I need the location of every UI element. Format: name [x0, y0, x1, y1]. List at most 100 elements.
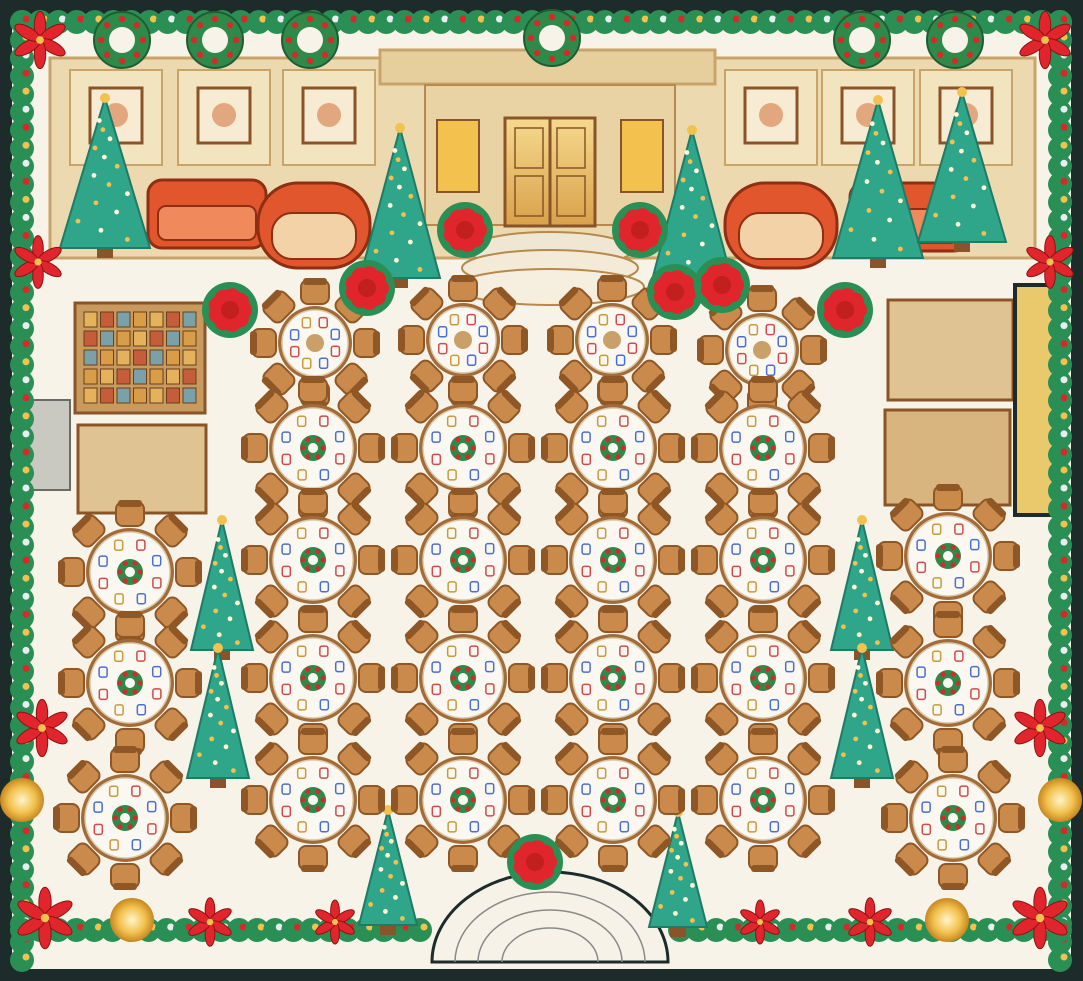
chair [541, 433, 568, 463]
glowing-lamp [0, 778, 44, 822]
chair [747, 285, 777, 312]
chair [808, 785, 835, 815]
wreath-centerpiece [300, 435, 326, 461]
chair [298, 488, 328, 515]
chair [808, 545, 835, 575]
chair [933, 611, 963, 638]
chair [298, 606, 328, 633]
chair [448, 488, 478, 515]
hanging-wreath [926, 11, 984, 69]
chair [748, 376, 778, 403]
chair [658, 545, 685, 575]
red-flower-bush [507, 834, 563, 890]
garland-segment [1048, 948, 1072, 972]
red-flower-bush [612, 202, 668, 258]
chair [808, 433, 835, 463]
chair [175, 557, 202, 587]
red-flower-bush [339, 260, 395, 316]
chair [391, 785, 418, 815]
chair [691, 663, 718, 693]
glowing-lamp [925, 898, 969, 942]
round-table [876, 611, 1020, 755]
wreath-centerpiece [450, 547, 476, 573]
chair [933, 484, 963, 511]
wreath-centerpiece [117, 559, 143, 585]
round-table [241, 728, 385, 872]
hanging-wreath [186, 11, 244, 69]
wreath-centerpiece [600, 435, 626, 461]
wreath-centerpiece [935, 543, 961, 569]
red-sofa [723, 181, 839, 270]
chair [448, 728, 478, 755]
chair [358, 433, 385, 463]
wreath-centerpiece [600, 665, 626, 691]
hanging-wreath [833, 11, 891, 69]
chair [448, 376, 478, 403]
chair [175, 668, 202, 698]
hanging-wreath [523, 9, 581, 67]
chair [298, 728, 328, 755]
chair [110, 863, 140, 890]
chair [398, 325, 425, 355]
chair [938, 863, 968, 890]
chair [508, 545, 535, 575]
chair [881, 803, 908, 833]
chair [358, 663, 385, 693]
red-flower-bush [437, 202, 493, 258]
round-table [541, 728, 685, 872]
red-sofa [256, 181, 372, 270]
wreath-centerpiece [450, 665, 476, 691]
wreath-centerpiece [450, 435, 476, 461]
red-sofa [146, 178, 268, 250]
chair [353, 328, 380, 358]
chair [800, 335, 827, 365]
chair [650, 325, 677, 355]
framed-picture [177, 69, 271, 166]
chair [541, 545, 568, 575]
chair [391, 433, 418, 463]
chair [358, 545, 385, 575]
chair [241, 433, 268, 463]
wreath-centerpiece [940, 805, 966, 831]
chair [938, 746, 968, 773]
round-table [881, 746, 1025, 890]
chair [598, 845, 628, 872]
chair [358, 785, 385, 815]
chair [58, 557, 85, 587]
chair [448, 275, 478, 302]
chair [115, 500, 145, 527]
chair [250, 328, 277, 358]
round-table [691, 728, 835, 872]
bar-counter-right [883, 283, 1067, 517]
wreath-centerpiece [300, 547, 326, 573]
round-table [58, 611, 202, 755]
wreath-centerpiece [750, 547, 776, 573]
glowing-lamp [1038, 778, 1082, 822]
chair [508, 663, 535, 693]
chair [691, 545, 718, 575]
chair [508, 433, 535, 463]
round-table [876, 484, 1020, 628]
framed-picture [724, 69, 818, 166]
wreath-centerpiece [750, 665, 776, 691]
chair [748, 728, 778, 755]
chair [808, 663, 835, 693]
garland-segment [10, 948, 34, 972]
chair [598, 606, 628, 633]
chair [448, 606, 478, 633]
hanging-wreath [93, 11, 151, 69]
chair [597, 275, 627, 302]
wreath-centerpiece [750, 787, 776, 813]
chair [110, 746, 140, 773]
chair [53, 803, 80, 833]
round-table [53, 746, 197, 890]
chair [241, 785, 268, 815]
chair [697, 335, 724, 365]
chair [298, 376, 328, 403]
chair [598, 376, 628, 403]
chair [547, 325, 574, 355]
wreath-centerpiece [300, 787, 326, 813]
wall-sconce [620, 119, 664, 193]
wreath-centerpiece [112, 805, 138, 831]
chair [658, 785, 685, 815]
